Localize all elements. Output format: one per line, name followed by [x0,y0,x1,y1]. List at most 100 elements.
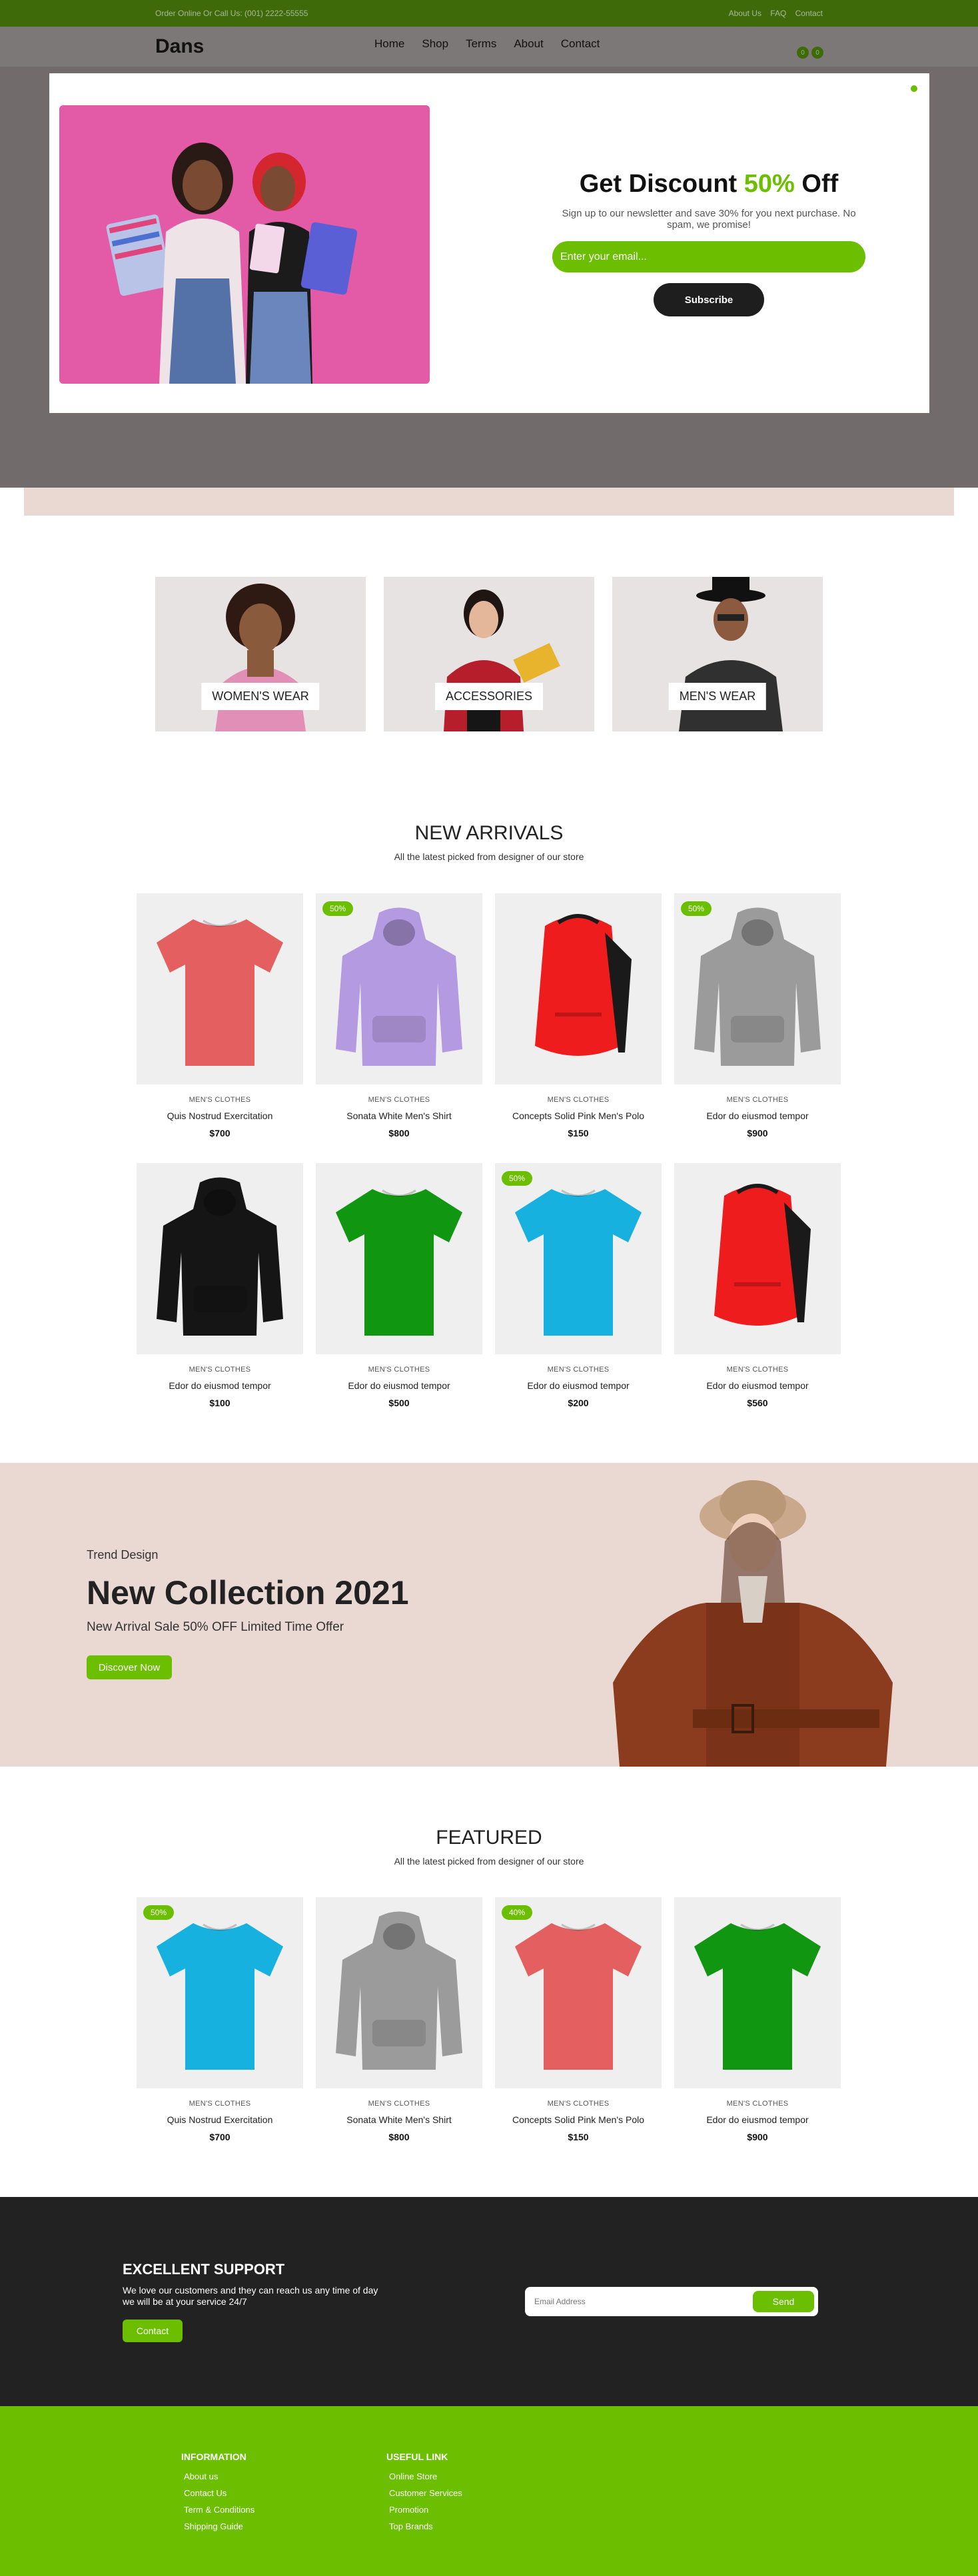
product-card[interactable]: 50% MEN'S CLOTHES Edor do eiusmod tempor $2… [495,1163,662,1408]
top-link-contact[interactable]: Contact [795,9,823,18]
send-button[interactable]: Send [753,2291,814,2312]
product-price: $200 [568,1398,589,1408]
footer-heading: INFORMATION [181,2451,246,2462]
section-subtitle: All the latest picked from designer of o… [394,851,584,862]
product-image[interactable] [674,1163,841,1354]
product-category: MEN'S CLOTHES [726,1366,789,1374]
product-price: $700 [209,2132,231,2142]
product-image[interactable]: 50% [137,1897,303,2088]
product-card[interactable]: MEN'S CLOTHES Edor do eiusmod tempor $560 [674,1163,841,1408]
product-category: MEN'S CLOTHES [368,1366,430,1374]
product-name[interactable]: Edor do eiusmod tempor [674,1380,841,1391]
product-name[interactable]: Edor do eiusmod tempor [316,1380,482,1391]
support-text: We love our customers and they can reach… [123,2285,378,2307]
subscribe-button[interactable]: Subscribe [654,283,764,316]
product-image[interactable] [495,893,662,1084]
discount-badge: 40% [502,1905,533,1920]
product-category: MEN'S CLOTHES [726,2100,789,2108]
product-image[interactable] [316,1163,482,1354]
wishlist-count-badge[interactable]: 0 [797,47,809,59]
promo-eyebrow: Trend Design [87,1548,159,1561]
product-price: $800 [388,1128,410,1138]
product-card[interactable]: 40% MEN'S CLOTHES Concepts Solid Pink Men'… [495,1897,662,2142]
contact-info: Order Online Or Call Us: (001) 2222-5555… [155,9,308,18]
product-category: MEN'S CLOTHES [368,2100,430,2108]
category-mens-wear[interactable]: MEN'S WEAR [612,577,823,731]
popup-email-input[interactable] [552,241,865,272]
product-name[interactable]: Sonata White Men's Shirt [316,1110,482,1121]
product-name[interactable]: Edor do eiusmod tempor [495,1380,662,1391]
footer-link-about[interactable]: About us [184,2471,254,2481]
category-womens-wear[interactable]: WOMEN'S WEAR [155,577,366,731]
nav-home[interactable]: Home [374,37,404,51]
footer-information: INFORMATION About us Contact Us Term & C… [181,2451,254,2538]
cart-count-badge[interactable]: 0 [811,47,823,59]
footer-heading: USEFUL LINK [386,2451,448,2462]
logo[interactable]: Dans [155,35,204,58]
product-image[interactable] [316,1897,482,2088]
product-card[interactable]: 50% MEN'S CLOTHES Quis Nostrud Exercitatio… [137,1897,303,2142]
promo-subtitle: New Arrival Sale 50% OFF Limited Time Of… [87,1620,344,1634]
product-price: $900 [747,1128,768,1138]
product-image[interactable] [674,1897,841,2088]
support-section: EXCELLENT SUPPORT We love our customers … [0,2197,978,2406]
footer-link-contact[interactable]: Contact Us [184,2488,254,2498]
product-card[interactable]: MEN'S CLOTHES Quis Nostrud Exercitation $7… [137,893,303,1138]
product-price: $800 [388,2132,410,2142]
product-image[interactable] [137,1163,303,1354]
discount-badge: 50% [502,1171,533,1186]
product-name[interactable]: Quis Nostrud Exercitation [137,2114,303,2125]
product-card[interactable]: MEN'S CLOTHES Edor do eiusmod tempor $100 [137,1163,303,1408]
discount-popup: Get Discount 50% Off Sign up to our news… [49,73,929,413]
contact-button[interactable]: Contact [123,2320,183,2342]
product-name[interactable]: Sonata White Men's Shirt [316,2114,482,2125]
product-name[interactable]: Concepts Solid Pink Men's Polo [495,1110,662,1121]
product-image[interactable]: 40% [495,1897,662,2088]
close-icon[interactable] [911,85,917,92]
product-card[interactable]: MEN'S CLOTHES Sonata White Men's Shirt $80… [316,1897,482,2142]
product-price: $500 [388,1398,410,1408]
promo-banner: Trend Design New Collection 2021 New Arr… [0,1463,978,1767]
popup-text: Sign up to our newsletter and save 30% f… [562,208,856,230]
product-card[interactable]: 50% MEN'S CLOTHES Edor do eiusmod tempor $9… [674,893,841,1138]
footer-link-online-store[interactable]: Online Store [389,2471,462,2481]
product-category: MEN'S CLOTHES [189,2100,251,2108]
product-card[interactable]: MEN'S CLOTHES Edor do eiusmod tempor $500 [316,1163,482,1408]
footer-link-promotion[interactable]: Promotion [389,2505,462,2515]
nav-terms[interactable]: Terms [466,37,496,51]
product-price: $560 [747,1398,768,1408]
footer-link-shipping[interactable]: Shipping Guide [184,2521,254,2531]
footer-link-terms[interactable]: Term & Conditions [184,2505,254,2515]
category-accessories[interactable]: ACCESSORIES [384,577,594,731]
product-card[interactable]: MEN'S CLOTHES Edor do eiusmod tempor $900 [674,1897,841,2142]
category-label: MEN'S WEAR [668,683,767,710]
newsletter-email-input[interactable] [534,2292,734,2311]
product-name[interactable]: Edor do eiusmod tempor [674,2114,841,2125]
top-link-faq[interactable]: FAQ [770,9,786,18]
nav-contact[interactable]: Contact [561,37,600,51]
product-name[interactable]: Edor do eiusmod tempor [674,1110,841,1121]
top-bar: Order Online Or Call Us: (001) 2222-5555… [0,0,978,27]
product-card[interactable]: MEN'S CLOTHES Concepts Solid Pink Men's P… [495,893,662,1138]
product-category: MEN'S CLOTHES [547,1096,610,1104]
footer-link-customer-services[interactable]: Customer Services [389,2488,462,2498]
product-name[interactable]: Edor do eiusmod tempor [137,1380,303,1391]
section-subtitle: All the latest picked from designer of o… [394,1856,584,1867]
product-image[interactable] [137,893,303,1084]
header-icons: 0 0 [797,47,823,59]
product-image[interactable]: 50% [674,893,841,1084]
nav-about[interactable]: About [514,37,543,51]
nav-shop[interactable]: Shop [422,37,448,51]
product-name[interactable]: Concepts Solid Pink Men's Polo [495,2114,662,2125]
main-nav: Home Shop Terms About Contact [374,37,600,51]
site-header: Dans Home Shop Terms About Contact 0 0 [0,27,978,67]
product-name[interactable]: Quis Nostrud Exercitation [137,1110,303,1121]
product-category: MEN'S CLOTHES [547,1366,610,1374]
category-label: ACCESSORIES [434,683,544,710]
product-image[interactable]: 50% [316,893,482,1084]
product-card[interactable]: 50% MEN'S CLOTHES Sonata White Men's Shirt… [316,893,482,1138]
discover-now-button[interactable]: Discover Now [87,1655,172,1679]
footer-link-top-brands[interactable]: Top Brands [389,2521,462,2531]
product-image[interactable]: 50% [495,1163,662,1354]
top-link-about[interactable]: About Us [729,9,761,18]
